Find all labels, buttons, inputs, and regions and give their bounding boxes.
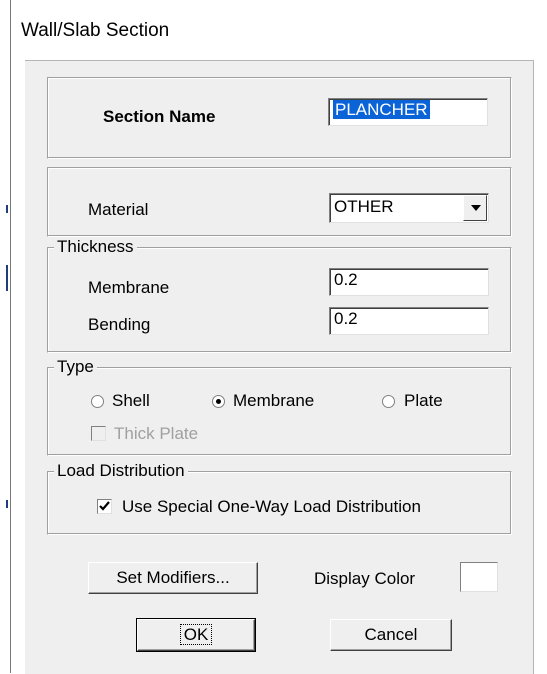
dialog-title: Wall/Slab Section — [21, 20, 170, 41]
radio-selected-dot — [216, 399, 221, 404]
bending-thickness-value: 0.2 — [334, 309, 358, 328]
ok-button[interactable]: OK — [136, 618, 256, 652]
dialog-client-area: Section Name PLANCHER Material OTHER Thi… — [25, 60, 534, 674]
section-name-label: Section Name — [103, 107, 216, 126]
background-mark — [6, 500, 8, 508]
material-select[interactable]: OTHER — [329, 193, 489, 223]
material-dropdown-button[interactable] — [463, 195, 487, 221]
bending-thickness-input[interactable]: 0.2 — [329, 307, 489, 335]
material-selected-value: OTHER — [334, 197, 394, 216]
membrane-thickness-input[interactable]: 0.2 — [329, 268, 489, 296]
cancel-button[interactable]: Cancel — [330, 619, 452, 651]
material-frame: Material OTHER — [47, 167, 512, 237]
one-way-load-label[interactable]: Use Special One-Way Load Distribution — [122, 497, 421, 517]
shell-radio[interactable] — [91, 395, 104, 408]
section-name-frame: Section Name PLANCHER — [47, 77, 512, 159]
thickness-group: Thickness Membrane 0.2 Bending 0.2 — [47, 237, 512, 353]
type-legend: Type — [54, 357, 97, 377]
one-way-load-checkbox[interactable] — [97, 499, 112, 514]
plate-radio[interactable] — [382, 395, 395, 408]
type-group: Type Shell Membrane Plate Thick Plate — [47, 357, 512, 456]
ok-button-label: OK — [179, 624, 213, 645]
load-distribution-group: Load Distribution Use Special One-Way Lo… — [47, 461, 512, 535]
display-color-label: Display Color — [314, 569, 416, 588]
background-mark — [6, 205, 8, 213]
background-mark — [6, 265, 8, 291]
display-color-swatch[interactable] — [460, 562, 498, 592]
thick-plate-label: Thick Plate — [114, 424, 199, 443]
plate-radio-label[interactable]: Plate — [404, 391, 443, 411]
background-app-edge — [0, 0, 10, 673]
wall-slab-section-dialog: Wall/Slab Section Section Name PLANCHER … — [10, 0, 547, 674]
membrane-thickness-label: Membrane — [88, 278, 170, 297]
material-label: Material — [88, 200, 149, 219]
cancel-button-label: Cancel — [364, 625, 418, 644]
membrane-thickness-value: 0.2 — [334, 270, 358, 289]
membrane-radio-label[interactable]: Membrane — [233, 391, 314, 411]
set-modifiers-label: Set Modifiers... — [116, 568, 230, 587]
chevron-down-icon — [471, 205, 481, 211]
shell-radio-label[interactable]: Shell — [112, 391, 150, 411]
set-modifiers-button[interactable]: Set Modifiers... — [88, 562, 258, 594]
thickness-legend: Thickness — [54, 237, 137, 257]
thick-plate-checkbox[interactable] — [91, 426, 106, 441]
section-name-input[interactable]: PLANCHER — [328, 98, 488, 126]
load-distribution-legend: Load Distribution — [54, 461, 188, 481]
membrane-radio[interactable] — [212, 395, 225, 408]
bending-thickness-label: Bending — [88, 315, 151, 334]
checkmark-icon — [99, 501, 110, 511]
section-name-value: PLANCHER — [333, 100, 430, 119]
